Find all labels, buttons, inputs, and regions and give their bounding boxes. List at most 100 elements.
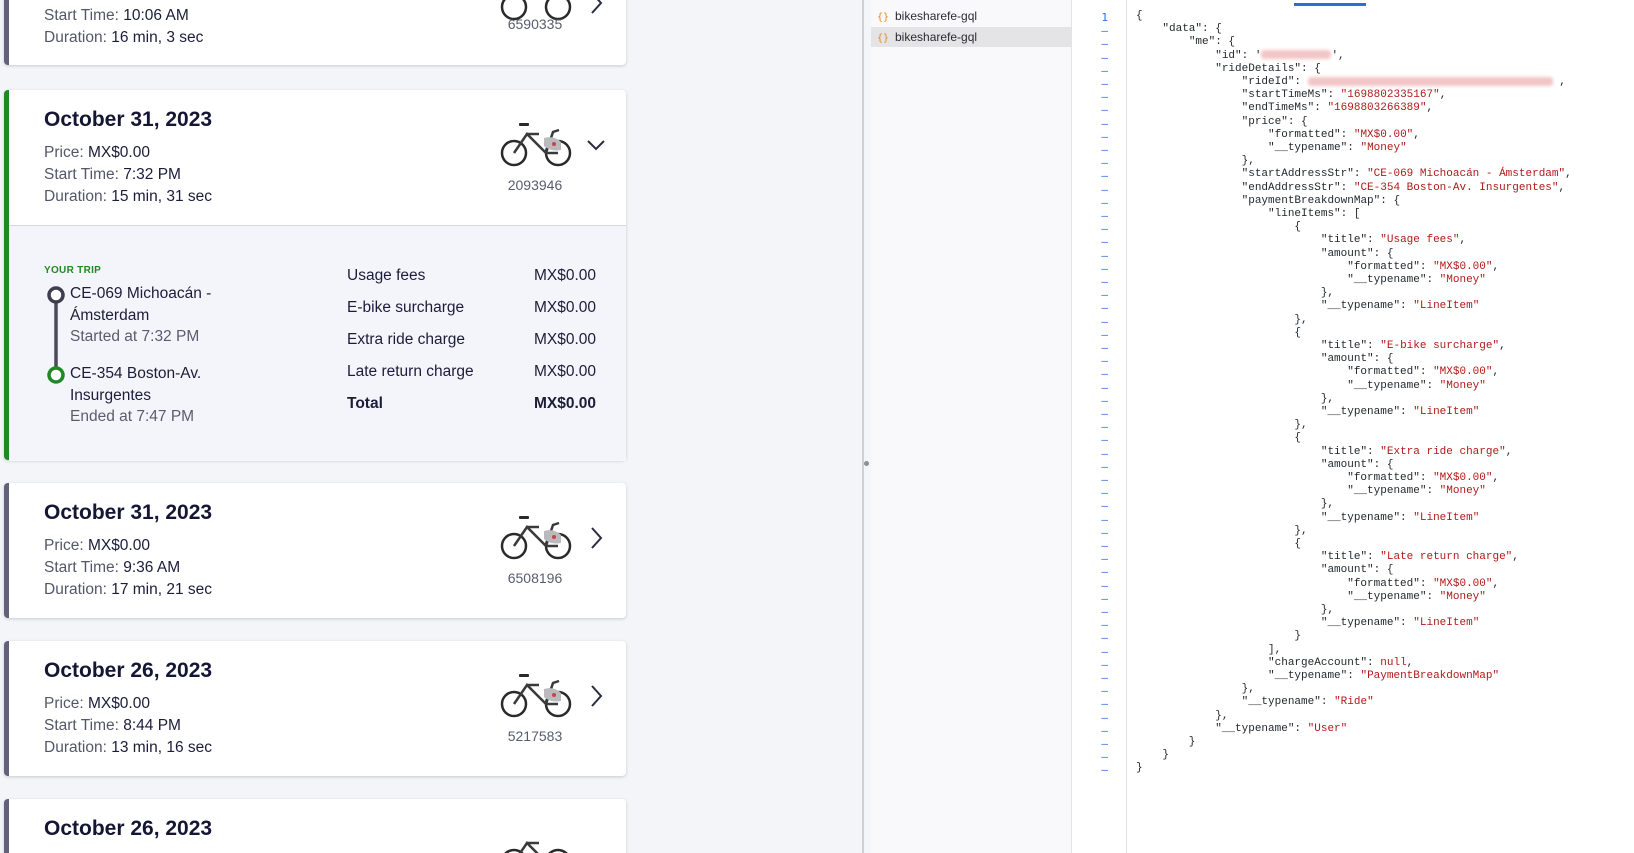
code-line: "__typename": "LineItem" [1320, 511, 1480, 524]
line-number: – [1101, 605, 1108, 618]
chevron-right-icon[interactable] [586, 525, 606, 551]
fee-amount: MX$0.00 [533, 267, 596, 284]
ride-price: Price: MX$0.00 [44, 695, 150, 712]
ride-start-time: Start Time: 10:06 AM [44, 7, 189, 24]
code-line: "rideDetails": { [1215, 62, 1321, 75]
code-line: "__typename": "Money" [1347, 379, 1486, 392]
json-file-icon: {} [877, 12, 889, 22]
code-line: }, [1136, 419, 1308, 432]
code-line: { [1136, 221, 1302, 234]
code-line: "amount": { [1320, 458, 1394, 471]
pane-divider[interactable] [862, 0, 864, 853]
line-number: – [1101, 671, 1108, 684]
total-amount: MX$0.00 [533, 395, 596, 412]
code-line: "endAddressStr": "CE-354 Boston-Av. Insu… [1241, 181, 1566, 194]
request-item-selected[interactable]: {} bikesharefe-gql [871, 27, 1071, 47]
trip-details: YOUR TRIP CE-069 Michoacán - Ámsterdam S… [9, 225, 626, 461]
line-number: – [1101, 24, 1108, 38]
line-number: 1 [1101, 11, 1108, 24]
line-number: – [1101, 565, 1108, 579]
code-line: "__typename": "Money" [1268, 142, 1407, 154]
end-station: CE-354 Boston-Av. Insurgentes [70, 365, 202, 404]
ride-duration: Duration: 16 min, 3 sec [44, 29, 204, 46]
line-number: – [1101, 275, 1108, 288]
ride-date: October 26, 2023 [44, 659, 213, 682]
ended-at: Ended at 7:47 PM [70, 408, 195, 425]
code-line: { [1136, 10, 1143, 22]
line-number: – [1101, 657, 1108, 671]
line-number: – [1101, 103, 1108, 117]
ride-card[interactable]: Start Time: 10:06 AM Duration: 16 min, 3… [4, 0, 626, 65]
line-number: – [1101, 129, 1108, 143]
code-line: }, [1136, 155, 1255, 168]
ride-start-time: Start Time: 8:44 PM [44, 717, 181, 734]
code-line: "formatted": "MX$0.00", [1347, 366, 1500, 379]
bike-id: 6508196 [507, 570, 563, 586]
line-number: – [1101, 750, 1108, 764]
line-number: – [1101, 684, 1108, 698]
line-number: – [1101, 763, 1108, 777]
line-gutter: 1– – – – – – – – – – – – – – – – – – – – – – – – – – – – – – – – – – – – – – –… [1072, 0, 1127, 853]
code-line: "title": "Usage fees", [1320, 234, 1467, 247]
code-line: "amount": { [1320, 564, 1394, 577]
line-number: – [1101, 578, 1108, 592]
line-number: – [1101, 393, 1108, 407]
line-number: – [1101, 618, 1108, 632]
resize-handle[interactable] [864, 461, 869, 466]
ride-date: October 31, 2023 [44, 108, 213, 131]
request-item[interactable]: {} bikesharefe-gql [871, 6, 1071, 26]
json-file-icon: {} [877, 33, 889, 43]
ride-card[interactable]: October 31, 2023 Price: MX$0.00 Start Ti… [4, 483, 626, 618]
line-number: – [1101, 499, 1108, 513]
code-line: "title": "Late return charge", [1320, 551, 1519, 564]
code-line: "__typename": "LineItem" [1320, 406, 1480, 418]
rides-panel: Start Time: 10:06 AM Duration: 16 min, 3… [0, 0, 864, 853]
code-line: "rideId": , [1241, 76, 1566, 88]
ride-start-time: Start Time: 9:36 AM [44, 559, 181, 576]
fee-label: Extra ride charge [347, 331, 466, 348]
chevron-right-icon[interactable] [586, 0, 606, 16]
fee-label: Late return charge [347, 363, 474, 380]
code-line: "formatted": "MX$0.00", [1347, 577, 1500, 590]
line-number: – [1101, 697, 1108, 711]
code-line: "startTimeMs": "1698802335167", [1241, 89, 1447, 102]
bike-icon [500, 516, 572, 560]
line-number: – [1101, 143, 1108, 156]
ride-card[interactable]: October 26, 2023 Price: MX$0.00 Start Ti… [4, 641, 626, 776]
line-number: – [1101, 473, 1108, 486]
code-line: "id": ' ', [1215, 49, 1345, 62]
code-line: "__typename": "Money" [1347, 590, 1486, 603]
chevron-down-icon[interactable] [586, 132, 606, 158]
line-number: – [1101, 261, 1108, 275]
code-line: "formatted": "MX$0.00", [1268, 128, 1420, 141]
code-line: { [1136, 432, 1302, 445]
line-number: – [1101, 314, 1108, 328]
request-list: {} bikesharefe-gql {} bikesharefe-gql [871, 0, 1072, 853]
code-line: "__typename": "User" [1215, 722, 1348, 735]
ride-card[interactable]: October 26, 2023 [4, 799, 626, 853]
ride-duration: Duration: 17 min, 21 sec [44, 581, 213, 598]
line-number: – [1101, 525, 1108, 539]
fee-amount: MX$0.00 [533, 363, 596, 380]
svg-text:{}: {} [877, 12, 889, 22]
code-line: "title": "Extra ride charge", [1320, 445, 1513, 458]
code-line: } [1136, 762, 1143, 775]
ride-card-expanded[interactable]: October 31, 2023 Price: MX$0.00 Start Ti… [4, 90, 626, 461]
code-line: }, [1136, 709, 1229, 722]
code-line: } [1136, 630, 1302, 643]
line-number: – [1101, 446, 1108, 460]
line-number: – [1101, 631, 1108, 645]
line-number: – [1101, 552, 1108, 566]
chevron-right-icon[interactable] [586, 683, 606, 709]
ride-date: October 31, 2023 [44, 501, 213, 524]
bike-id: 6590335 [507, 16, 563, 32]
code-line: "__typename": "LineItem" [1320, 300, 1480, 313]
line-number: – [1101, 327, 1108, 341]
code-line: "endTimeMs": "1698803266389", [1241, 102, 1434, 115]
code-line: "formatted": "MX$0.00", [1347, 472, 1500, 484]
active-tab-indicator [1294, 3, 1366, 6]
code-line: "amount": { [1320, 353, 1394, 366]
line-number: – [1101, 37, 1108, 51]
line-number: – [1101, 433, 1108, 447]
line-number: – [1101, 195, 1108, 209]
